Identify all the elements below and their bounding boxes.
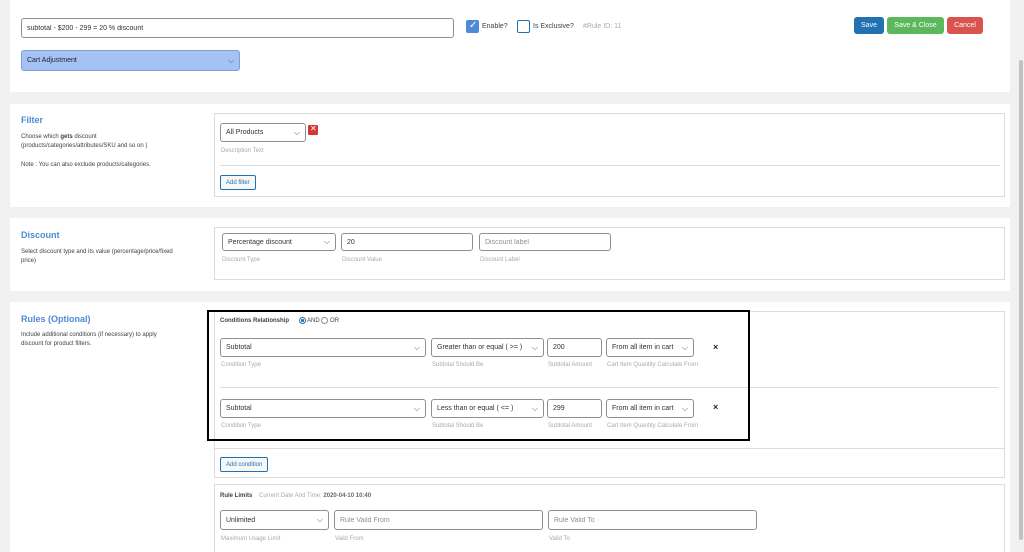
- discount-type-select[interactable]: Percentage discount ⌵: [222, 233, 336, 251]
- enable-checkbox[interactable]: ✓: [466, 20, 479, 33]
- rule-limits-title: Rule Limits: [220, 493, 253, 499]
- close-icon: ✕: [310, 124, 317, 133]
- rule-title-input[interactable]: [21, 18, 454, 38]
- exclusive-checkbox[interactable]: [517, 20, 530, 33]
- header-panel: [10, 0, 1010, 92]
- rule-type-select[interactable]: Cart Adjustment ⌵: [21, 50, 240, 71]
- rule-type-value: Cart Adjustment: [27, 57, 77, 64]
- product-filter-value: All Products: [226, 129, 264, 136]
- rule-limits-header: Rule Limits Current Date And Time: 2020-…: [220, 493, 371, 499]
- discount-title: Discount: [21, 230, 60, 240]
- rule-id-text: #Rule ID: 11: [583, 23, 622, 30]
- enable-label: Enable?: [482, 23, 508, 30]
- save-button[interactable]: Save: [854, 17, 884, 34]
- valid-to-hint: Valid To: [549, 536, 570, 542]
- exclusive-label: Is Exclusive?: [533, 23, 574, 30]
- chevron-down-icon: ⌵: [293, 127, 300, 137]
- usage-limit-hint: Maximum Usage Limit: [221, 536, 281, 542]
- chevron-down-icon: ⌵: [316, 515, 323, 524]
- page-scrollbar[interactable]: [1018, 0, 1024, 552]
- filter-note: Note : You can also exclude products/cat…: [21, 162, 151, 168]
- discount-label-hint: Discount Label: [480, 257, 520, 263]
- rules-description: Include additional conditions (if necess…: [21, 332, 157, 347]
- rules-title: Rules (Optional): [21, 314, 91, 324]
- usage-limit-value: Unlimited: [226, 516, 256, 524]
- discount-value-input[interactable]: [341, 233, 473, 251]
- add-filter-button[interactable]: Add filter: [220, 175, 256, 190]
- discount-value-hint: Discount Value: [342, 257, 382, 263]
- discount-type-hint: Discount Type: [222, 257, 260, 263]
- scrollbar-thumb[interactable]: [1019, 60, 1023, 540]
- filter-description: Choose which gets discount (products/cat…: [21, 134, 148, 149]
- cancel-button[interactable]: Cancel: [947, 17, 983, 34]
- discount-label-input[interactable]: [479, 233, 611, 251]
- filter-title: Filter: [21, 115, 44, 125]
- valid-from-hint: Vaild From: [335, 536, 364, 542]
- remove-filter-button[interactable]: ✕: [308, 124, 318, 135]
- current-datetime-label: Current Date And Time:: [259, 493, 322, 499]
- discount-type-value: Percentage discount: [228, 238, 292, 246]
- check-icon: ✓: [469, 20, 478, 31]
- conditions-highlight-box: [207, 310, 750, 441]
- chevron-down-icon: ⌵: [323, 237, 330, 246]
- save-close-button[interactable]: Save & Close: [887, 17, 944, 34]
- valid-from-input[interactable]: [334, 510, 543, 530]
- description-text-hint: Description Text: [221, 148, 264, 154]
- product-filter-select[interactable]: All Products ⌵: [220, 123, 306, 142]
- usage-limit-select[interactable]: Unlimited ⌵: [220, 510, 329, 530]
- valid-to-input[interactable]: [548, 510, 757, 530]
- discount-description: Select discount type and its value (perc…: [21, 249, 173, 264]
- add-condition-divider: [214, 448, 1005, 449]
- filter-inner-box: [214, 113, 1005, 197]
- chevron-down-icon: ⌵: [227, 55, 234, 65]
- current-datetime-value: 2020-04-10 10:40: [323, 493, 372, 499]
- filter-divider: [220, 165, 1000, 166]
- add-condition-button[interactable]: Add condition: [220, 457, 269, 472]
